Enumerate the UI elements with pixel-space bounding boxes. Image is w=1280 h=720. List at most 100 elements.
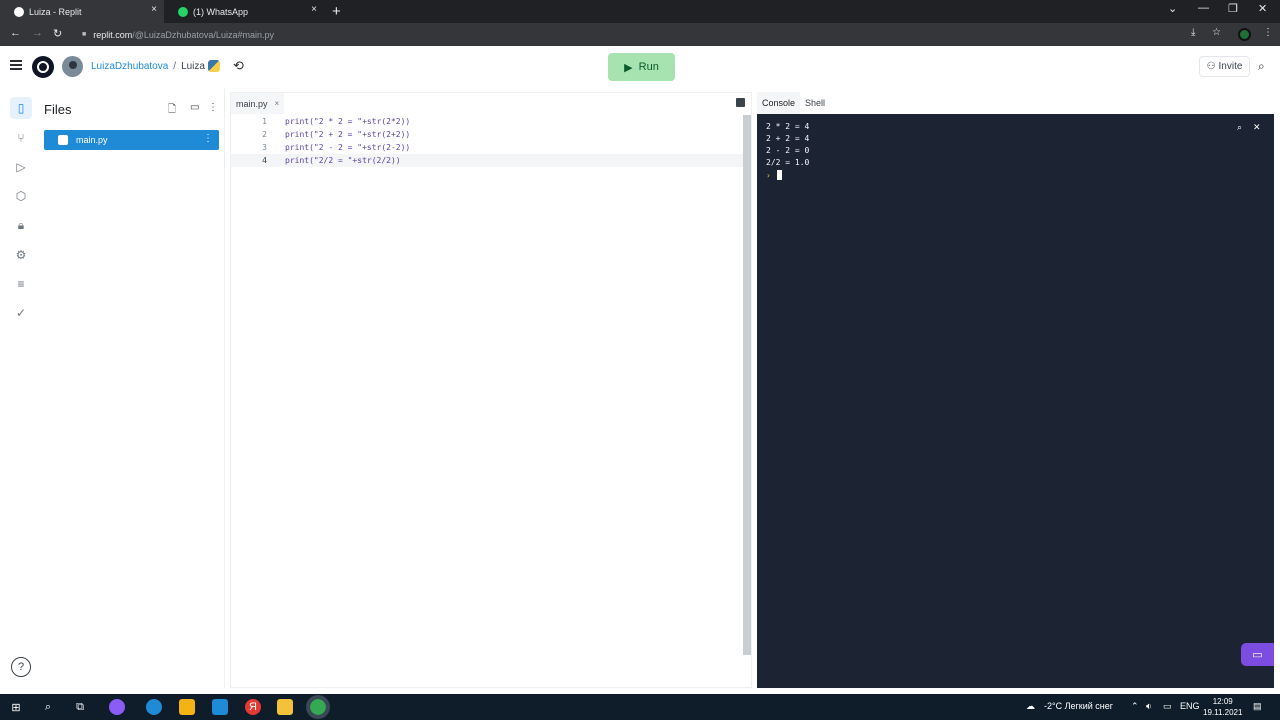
- restore-icon[interactable]: ❐: [1228, 2, 1238, 15]
- breadcrumb-repl-name[interactable]: Luiza: [181, 61, 205, 72]
- line-code: print("2 + 2 = "+str(2+2)): [285, 130, 411, 139]
- files-icon[interactable]: ▯: [10, 97, 32, 119]
- search-icon[interactable]: ⌕: [40, 699, 56, 715]
- task-view-icon[interactable]: ⧉: [72, 699, 88, 715]
- code-area[interactable]: 1 print("2 * 2 = "+str(2*2)) 2 print("2 …: [231, 115, 744, 167]
- clock-time: 12:09: [1212, 697, 1233, 706]
- language-indicator[interactable]: ENG: [1180, 701, 1200, 711]
- address-bar: ← → ↻ ■ replit.com /@LuizaDzhubatova/Lui…: [0, 23, 1280, 46]
- settings-gear-icon[interactable]: ⚙: [10, 244, 32, 266]
- file-explorer-icon[interactable]: [277, 699, 293, 715]
- output-line: 2 + 2 = 4: [766, 134, 810, 143]
- tab-title: Luiza - Replit: [29, 6, 82, 17]
- breadcrumb-separator: /: [173, 61, 177, 72]
- code-line: 2 print("2 + 2 = "+str(2+2)): [231, 128, 744, 141]
- unit-tests-check-icon[interactable]: ✓: [10, 302, 32, 324]
- chat-icon[interactable]: ▭: [1241, 643, 1274, 666]
- forward-icon[interactable]: →: [32, 27, 43, 39]
- windows-start-icon[interactable]: ⊞: [8, 699, 24, 715]
- new-folder-icon[interactable]: ▭: [190, 102, 199, 113]
- line-code: print("2/2 = "+str(2/2)): [285, 156, 401, 165]
- invite-button[interactable]: ⚇ Invite: [1199, 56, 1250, 77]
- network-icon[interactable]: ▭: [1163, 701, 1172, 712]
- console-output[interactable]: ⌕ ✕ 2 * 2 = 4 2 + 2 = 4 2 - 2 = 0 2/2 = …: [757, 114, 1274, 688]
- browser-menu-icon[interactable]: ⋮: [1263, 27, 1273, 38]
- console-panel: Console Shell ⌕ ✕ 2 * 2 = 4 2 + 2 = 4 2 …: [757, 92, 1274, 688]
- mail-icon[interactable]: [212, 699, 228, 715]
- line-number: 2: [262, 130, 267, 139]
- install-icon[interactable]: ⤓: [1191, 27, 1195, 38]
- store-icon[interactable]: [179, 699, 195, 715]
- user-avatar[interactable]: [62, 56, 83, 77]
- secrets-lock-icon[interactable]: 🔒︎: [10, 214, 32, 236]
- console-search-icon[interactable]: ⌕: [1237, 122, 1242, 133]
- debugger-icon[interactable]: ▷: [10, 156, 32, 178]
- minimize-icon[interactable]: —: [1198, 2, 1209, 14]
- chrome-icon[interactable]: [306, 695, 330, 719]
- tray-chevron-icon[interactable]: ⌃: [1131, 701, 1139, 712]
- profile-avatar[interactable]: [1238, 28, 1251, 41]
- editor-options-icon[interactable]: [736, 98, 745, 107]
- output-line: 2 - 2 = 0: [766, 146, 810, 155]
- packages-icon[interactable]: ⬡: [10, 185, 32, 207]
- code-line: 3 print("2 - 2 = "+str(2-2)): [231, 141, 744, 154]
- back-icon[interactable]: ←: [10, 27, 21, 39]
- run-button[interactable]: ▶ Run: [608, 53, 675, 81]
- whatsapp-favicon-icon: [178, 6, 188, 17]
- tab-search-icon[interactable]: ⌄: [1168, 2, 1177, 15]
- close-tab-icon[interactable]: ×: [151, 4, 157, 15]
- weather-text[interactable]: -2°C Легкий снег: [1044, 701, 1113, 711]
- new-file-icon[interactable]: 🗋: [168, 102, 176, 119]
- breadcrumb-username[interactable]: LuizaDzhubatova: [91, 61, 168, 72]
- output-line: 2/2 = 1.0: [766, 158, 810, 167]
- file-item-main-py[interactable]: main.py ⋮: [44, 130, 219, 150]
- notifications-icon[interactable]: ▤: [1253, 701, 1262, 712]
- tab-title: (1) WhatsApp: [193, 6, 249, 17]
- console-cursor: [777, 170, 782, 180]
- close-tab-icon[interactable]: ×: [311, 4, 317, 15]
- tab-replit[interactable]: Luiza - Replit ×: [0, 0, 164, 23]
- tool-rail: ▯ ⑂ ▷ ⬡ 🔒︎ ⚙ ≡ ✓: [0, 88, 40, 688]
- replit-logo[interactable]: [32, 56, 54, 78]
- files-title: Files: [44, 102, 72, 117]
- search-icon[interactable]: ⌕: [1258, 59, 1265, 74]
- files-menu-icon[interactable]: ⋮: [208, 102, 218, 113]
- replit-header: LuizaDzhubatova / Luiza ⟲ ▶ Run ⚇ Invite…: [0, 46, 1280, 88]
- menu-icon[interactable]: [10, 60, 22, 70]
- tab-whatsapp[interactable]: (1) WhatsApp ×: [164, 0, 324, 23]
- close-tab-icon[interactable]: ×: [275, 99, 280, 108]
- yandex-browser-icon[interactable]: Я: [245, 699, 261, 715]
- line-code: print("2 - 2 = "+str(2-2)): [285, 143, 411, 152]
- python-language-icon: [208, 60, 220, 72]
- console-prompt: ›: [766, 171, 771, 180]
- output-line: 2 * 2 = 4: [766, 122, 810, 131]
- reload-icon[interactable]: ↻: [53, 27, 62, 40]
- play-icon: ▶: [624, 61, 633, 74]
- app-icon[interactable]: [109, 699, 125, 715]
- edge-icon[interactable]: [146, 699, 162, 715]
- tab-console[interactable]: Console: [757, 92, 801, 114]
- console-clear-icon[interactable]: ✕: [1253, 122, 1261, 133]
- new-tab-button[interactable]: +: [332, 3, 341, 20]
- window-close-icon[interactable]: ✕: [1258, 2, 1267, 15]
- code-line-current: 4 print("2/2 = "+str(2/2)): [231, 154, 744, 167]
- editor-scrollbar[interactable]: [743, 115, 751, 655]
- weather-icon[interactable]: ☁: [1026, 701, 1035, 712]
- clock-date: 19.11.2021: [1203, 708, 1243, 717]
- database-icon[interactable]: ≡: [10, 273, 32, 295]
- url-field[interactable]: ■ replit.com /@LuizaDzhubatova/Luiza#mai…: [82, 26, 1254, 43]
- clock[interactable]: 12:09 19.11.2021: [1203, 696, 1242, 718]
- volume-icon[interactable]: 🔉︎: [1146, 701, 1152, 712]
- code-editor[interactable]: main.py × 1 print("2 * 2 = "+str(2*2)) 2…: [230, 92, 752, 688]
- tab-shell[interactable]: Shell: [800, 92, 830, 114]
- history-icon[interactable]: ⟲: [233, 58, 244, 74]
- taskbar: ⊞ ⌕ ⧉ Я ☁ -2°C Легкий снег ⌃ 🔉︎ ▭ ENG 12…: [0, 694, 1280, 720]
- add-person-icon: ⚇: [1206, 61, 1216, 72]
- version-control-icon[interactable]: ⑂: [10, 127, 32, 149]
- file-options-icon[interactable]: ⋮: [203, 133, 213, 144]
- file-name: main.py: [76, 135, 108, 145]
- bookmark-star-icon[interactable]: ☆: [1212, 27, 1221, 38]
- editor-tab-main-py[interactable]: main.py ×: [231, 93, 285, 114]
- url-host: replit.com: [93, 29, 133, 40]
- help-icon[interactable]: ?: [11, 657, 31, 677]
